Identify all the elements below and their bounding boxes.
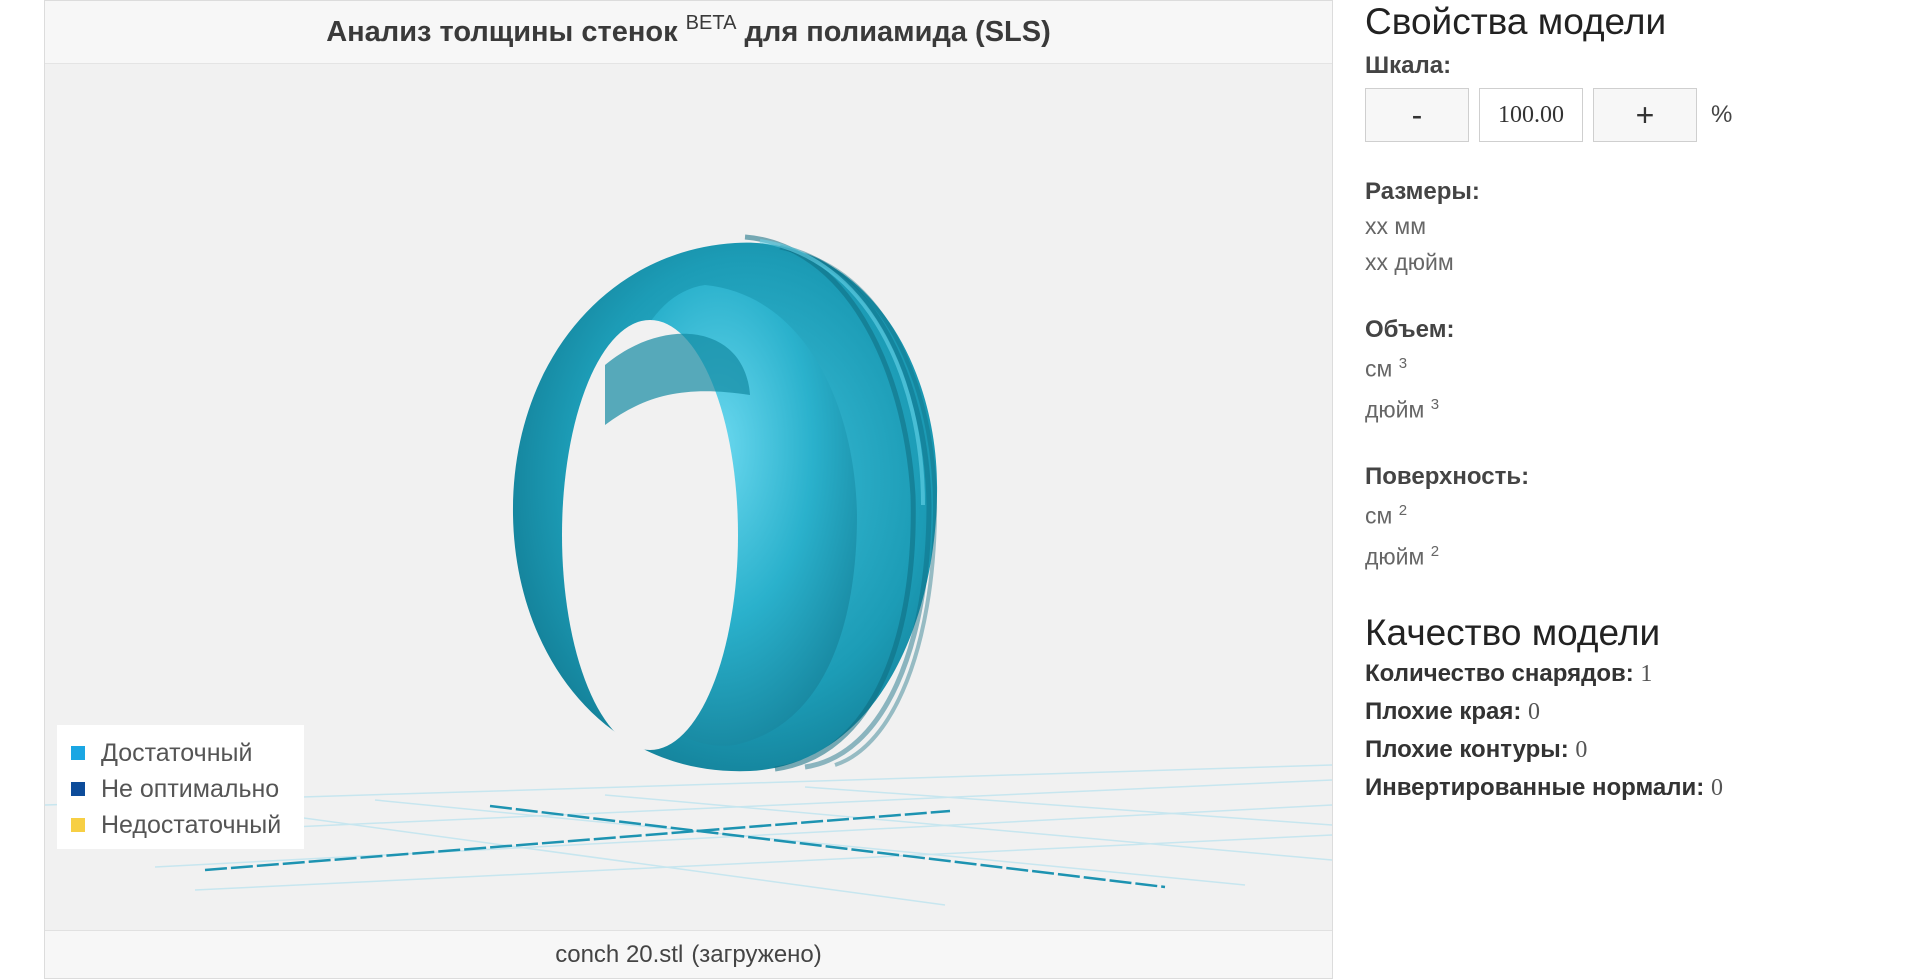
scale-plus-button[interactable]: + (1593, 88, 1697, 142)
legend-item-sufficient: Достаточный (71, 735, 304, 771)
quality-value: 1 (1640, 660, 1653, 687)
quality-label: Плохие края: (1365, 697, 1522, 725)
quality-label: Плохие контуры: (1365, 735, 1569, 763)
quality-value: 0 (1575, 736, 1588, 763)
legend-swatch (71, 782, 85, 796)
file-status: (загружено) (691, 940, 822, 968)
surface-label: Поверхность: (1365, 463, 1530, 491)
dimensions-group: Размеры: xx мм xx дюйм (1365, 178, 1885, 280)
unit: дюйм (1365, 543, 1425, 570)
quality-shells: Количество снарядов: 1 (1365, 655, 1885, 693)
ring-model[interactable] (512, 234, 938, 772)
quality-bad-contours: Плохие контуры: 0 (1365, 731, 1885, 769)
viewer-title: Анализ толщины стенок BETA для полиамида… (326, 12, 1051, 49)
legend-swatch (71, 746, 85, 760)
percent-sign: % (1711, 101, 1733, 128)
legend-item-not-optimal: Не оптимально (71, 771, 304, 807)
exponent: 2 (1430, 542, 1440, 560)
legend-label: Не оптимально (101, 774, 280, 803)
beta-badge: BETA (685, 11, 737, 34)
legend-label: Достаточный (101, 738, 253, 767)
model-viewer: Анализ толщины стенок BETA для полиамида… (44, 0, 1333, 979)
scale-label: Шкала: (1365, 52, 1452, 79)
legend-label: Недостаточный (101, 810, 282, 839)
surface-cm: см 2 (1365, 493, 1885, 534)
scale-minus-button[interactable]: - (1365, 88, 1469, 142)
volume-cm: см 3 (1365, 346, 1885, 387)
dimensions-mm: xx мм (1365, 213, 1427, 239)
3d-canvas[interactable]: Достаточный Не оптимально Недостаточный (45, 65, 1332, 931)
thickness-legend: Достаточный Не оптимально Недостаточный (57, 725, 304, 849)
exponent: 2 (1398, 502, 1408, 520)
legend-item-insufficient: Недостаточный (71, 807, 304, 843)
quality-section: Качество модели Количество снарядов: 1 П… (1365, 611, 1885, 807)
properties-panel: Свойства модели Шкала: - + % Размеры: xx… (1365, 0, 1885, 807)
unit: см (1365, 355, 1393, 382)
quality-inverted-normals: Инвертированные нормали: 0 (1365, 769, 1885, 807)
scale-input[interactable] (1479, 88, 1583, 142)
quality-label: Инвертированные нормали: (1365, 773, 1705, 801)
quality-value: 0 (1710, 774, 1723, 801)
volume-in: дюйм 3 (1365, 387, 1885, 428)
legend-swatch (71, 818, 85, 832)
title-suffix: для полиамида (SLS) (744, 15, 1051, 48)
quality-bad-edges: Плохие края: 0 (1365, 693, 1885, 731)
floor-axes (204, 804, 1166, 889)
file-name: conch 20.stl (555, 940, 684, 968)
quality-label: Количество снарядов: (1365, 659, 1634, 687)
exponent: 3 (1398, 355, 1408, 372)
dimensions-label: Размеры: (1365, 178, 1480, 205)
volume-label: Объем: (1365, 316, 1455, 343)
dimensions-in: xx дюйм (1365, 249, 1454, 275)
quality-heading: Качество модели (1365, 611, 1661, 653)
properties-heading: Свойства модели (1365, 1, 1667, 42)
surface-group: Поверхность: см 2 дюйм 2 (1365, 463, 1885, 574)
title-text: Анализ толщины стенок (326, 15, 678, 48)
volume-group: Объем: см 3 дюйм 3 (1365, 316, 1885, 427)
viewer-header: Анализ толщины стенок BETA для полиамида… (45, 1, 1332, 64)
quality-value: 0 (1528, 698, 1541, 725)
unit: см (1365, 502, 1393, 529)
surface-in: дюйм 2 (1365, 534, 1885, 575)
exponent: 3 (1430, 395, 1440, 413)
unit: дюйм (1365, 396, 1425, 423)
scale-control: - + % (1365, 88, 1885, 142)
file-status-bar: conch 20.stl (загружено) (45, 930, 1332, 978)
